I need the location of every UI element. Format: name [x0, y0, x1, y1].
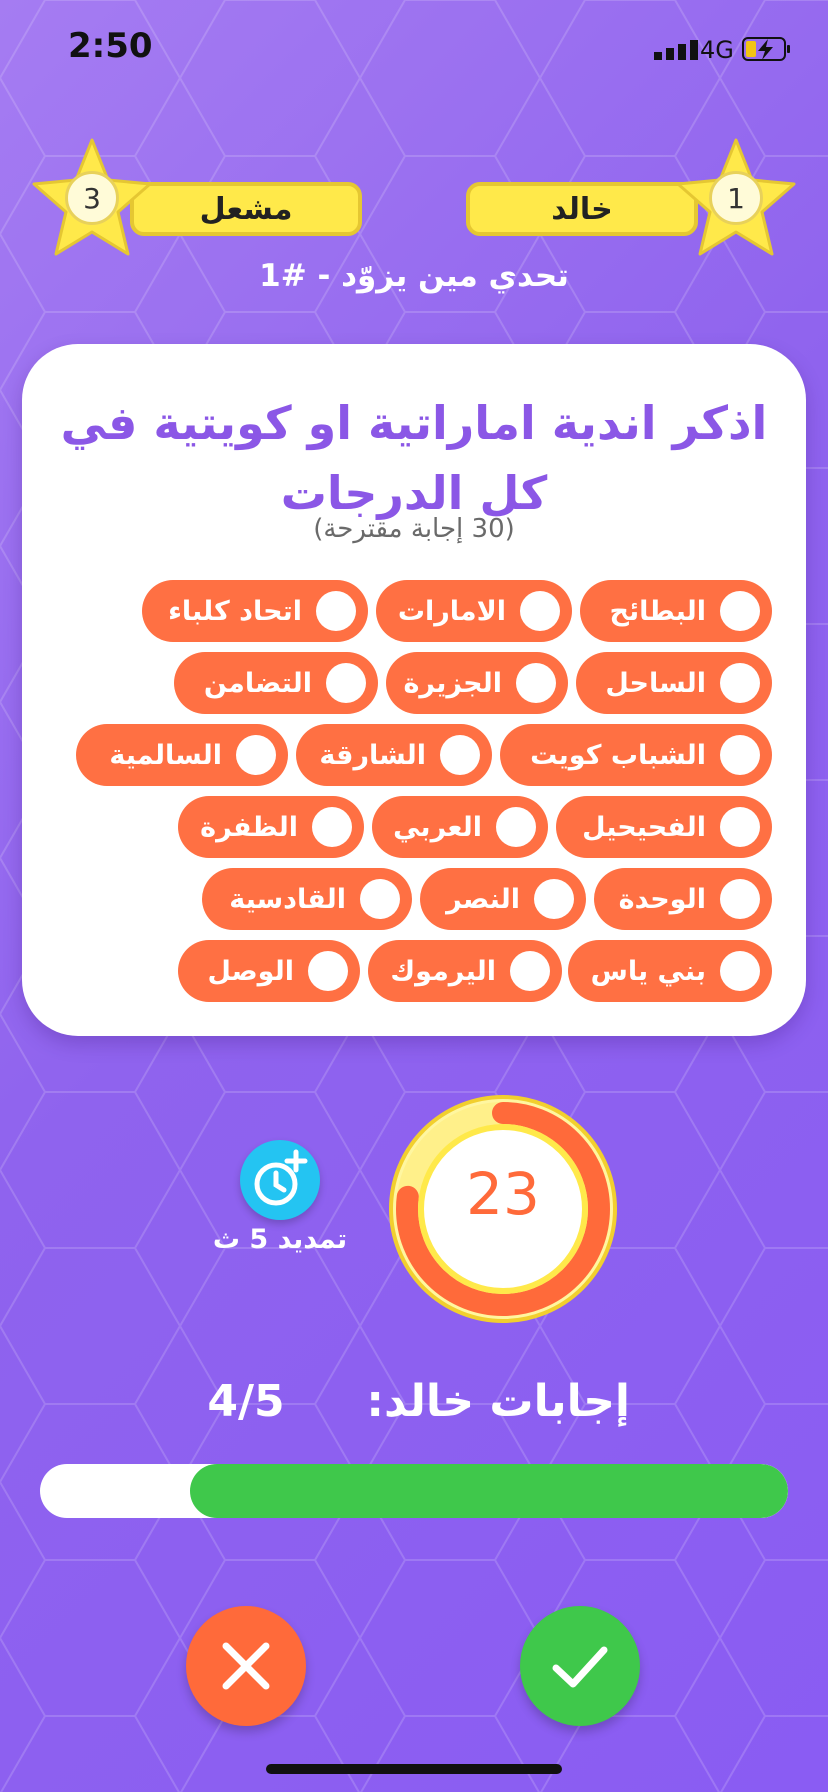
- answer-chip[interactable]: الوصل: [178, 940, 360, 1002]
- player-left-rank: 3: [65, 171, 119, 225]
- home-indicator: [266, 1764, 562, 1774]
- player-name-left: مشعل: [130, 182, 362, 236]
- answer-chip[interactable]: اتحاد كلباء: [142, 580, 368, 642]
- answer-chip[interactable]: بني ياس: [568, 940, 772, 1002]
- radio-circle-icon: [510, 951, 550, 991]
- answer-chip[interactable]: السالمية: [76, 724, 288, 786]
- answer-chip[interactable]: الشباب كويت: [500, 724, 772, 786]
- checkmark-icon: [552, 1646, 608, 1688]
- network-label: 4G: [700, 36, 734, 64]
- answer-chip[interactable]: الشارقة: [296, 724, 492, 786]
- answer-chip[interactable]: الجزيرة: [386, 652, 568, 714]
- radio-circle-icon: [720, 951, 760, 991]
- answer-chip[interactable]: العربي: [372, 796, 548, 858]
- answer-chip[interactable]: اليرموك: [368, 940, 562, 1002]
- question-text: اذكر اندية اماراتية او كويتية في كل الدر…: [60, 396, 768, 520]
- radio-circle-icon: [496, 807, 536, 847]
- answer-chip[interactable]: التضامن: [174, 652, 378, 714]
- player-right-rank-badge: 1: [674, 136, 798, 260]
- radio-circle-icon: [316, 591, 356, 631]
- player-left-rank-badge: 3: [30, 136, 154, 260]
- player-left-label: مشعل: [199, 191, 293, 227]
- answers-progress-bar: [40, 1464, 788, 1518]
- extend-time-label: تمديد 5 ث: [212, 1224, 348, 1255]
- player-right-label: خالد: [551, 191, 613, 227]
- answer-chip[interactable]: البطائح: [580, 580, 772, 642]
- timer-seconds: 23: [466, 1160, 540, 1228]
- close-icon: [222, 1642, 270, 1690]
- answer-chip[interactable]: الامارات: [376, 580, 572, 642]
- radio-circle-icon: [720, 807, 760, 847]
- radio-circle-icon: [520, 591, 560, 631]
- status-bar: 2:50 4G: [0, 0, 828, 100]
- radio-circle-icon: [516, 663, 556, 703]
- answer-chip[interactable]: الساحل: [576, 652, 772, 714]
- answer-chip[interactable]: الفحيحيل: [556, 796, 772, 858]
- radio-circle-icon: [236, 735, 276, 775]
- answers-list: البطائح الامارات اتحاد كلباء الساحل الجز…: [22, 576, 806, 1004]
- radio-circle-icon: [440, 735, 480, 775]
- radio-circle-icon: [720, 879, 760, 919]
- status-time: 2:50: [68, 26, 153, 66]
- clock-plus-icon: [254, 1149, 308, 1206]
- player-name-right: خالد: [466, 182, 698, 236]
- question-subtitle: (30 إجابة مقترحة): [313, 514, 515, 544]
- answer-chip[interactable]: النصر: [420, 868, 586, 930]
- signal-icon: [654, 40, 698, 60]
- answers-progress-fill: [189, 1464, 788, 1518]
- radio-circle-icon: [308, 951, 348, 991]
- answer-chip[interactable]: الظفرة: [178, 796, 364, 858]
- answer-chip[interactable]: القادسية: [202, 868, 412, 930]
- radio-circle-icon: [720, 735, 760, 775]
- radio-circle-icon: [326, 663, 366, 703]
- radio-circle-icon: [360, 879, 400, 919]
- answer-chip[interactable]: الوحدة: [594, 868, 772, 930]
- radio-circle-icon: [312, 807, 352, 847]
- accept-button[interactable]: [520, 1606, 640, 1726]
- player-answers-label: إجابات خالد:: [366, 1376, 630, 1427]
- question-card: اذكر اندية اماراتية او كويتية في كل الدر…: [22, 344, 806, 1036]
- reject-button[interactable]: [186, 1606, 306, 1726]
- radio-circle-icon: [720, 663, 760, 703]
- radio-circle-icon: [534, 879, 574, 919]
- challenge-title: تحدي مين يزوّد - #1: [259, 258, 569, 294]
- battery-charging-icon: [742, 37, 790, 61]
- radio-circle-icon: [720, 591, 760, 631]
- player-answers-count: 4/5: [207, 1376, 285, 1427]
- extend-time-button[interactable]: [240, 1140, 320, 1220]
- player-right-rank: 1: [709, 171, 763, 225]
